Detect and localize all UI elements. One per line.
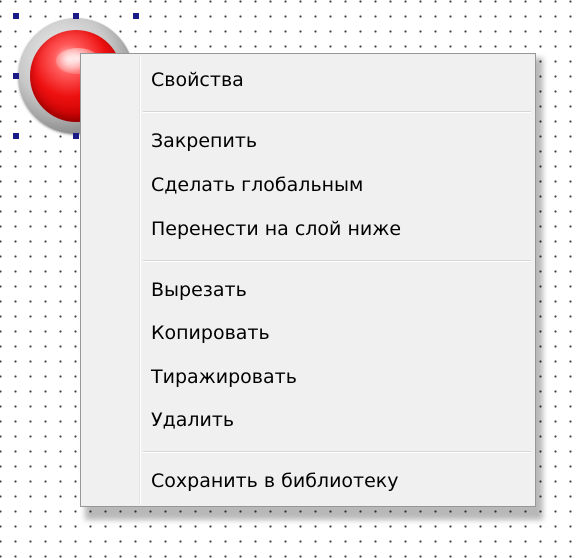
menu-separator <box>143 260 531 262</box>
menu-item-move-layer-down[interactable]: Перенести на слой ниже <box>83 209 533 249</box>
selection-handle-bottom-middle[interactable] <box>73 133 79 139</box>
selection-handle-bottom-left[interactable] <box>13 133 19 139</box>
menu-item-save-to-library[interactable]: Сохранить в библиотеку <box>83 461 533 501</box>
menu-separator <box>143 111 531 113</box>
menu-item-properties[interactable]: Свойства <box>83 60 533 100</box>
selection-handle-middle-left[interactable] <box>13 73 19 79</box>
menu-separator <box>143 451 531 453</box>
menu-item-label: Сохранить в библиотеку <box>151 470 399 492</box>
menu-item-cut[interactable]: Вырезать <box>83 270 533 310</box>
selection-handle-top-middle[interactable] <box>73 13 79 19</box>
menu-item-label: Перенести на слой ниже <box>151 218 402 240</box>
menu-item-pin[interactable]: Закрепить <box>83 121 533 161</box>
design-canvas[interactable]: Свойства Закрепить Сделать глобальным Пе… <box>0 0 576 558</box>
menu-item-label: Удалить <box>151 409 235 431</box>
menu-item-label: Закрепить <box>151 130 258 152</box>
menu-item-label: Копировать <box>151 322 270 344</box>
menu-item-delete[interactable]: Удалить <box>83 400 533 440</box>
menu-item-label: Тиражировать <box>151 366 297 388</box>
selection-handle-top-left[interactable] <box>13 13 19 19</box>
context-menu: Свойства Закрепить Сделать глобальным Пе… <box>80 53 536 507</box>
menu-item-label: Сделать глобальным <box>151 174 364 196</box>
selection-handle-top-right[interactable] <box>133 13 139 19</box>
menu-item-copy[interactable]: Копировать <box>83 313 533 353</box>
menu-item-label: Вырезать <box>151 279 247 301</box>
menu-item-label: Свойства <box>151 69 244 91</box>
menu-item-replicate[interactable]: Тиражировать <box>83 357 533 397</box>
menu-item-make-global[interactable]: Сделать глобальным <box>83 165 533 205</box>
